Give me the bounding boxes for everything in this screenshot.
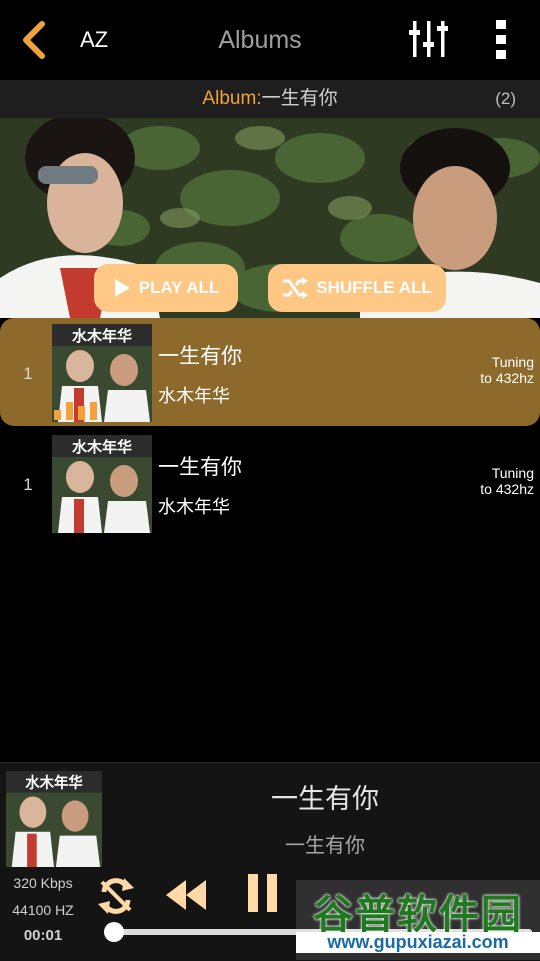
track-row[interactable]: 1 水木年华 一生有你 水木年华 Tuning to 432hz xyxy=(0,429,540,537)
watermark-url: www.gupuxiazai.com xyxy=(296,932,540,953)
track-row[interactable]: 1 水木年华 一生有你 水木年华 Tuning to 432hz xyxy=(0,318,540,426)
cover-title-text: 水木年华 xyxy=(72,438,132,456)
sort-az-icon[interactable]: AZ xyxy=(80,24,120,56)
tuning-line-1: Tuning xyxy=(491,354,534,370)
cover-title-text: 水木年华 xyxy=(25,774,83,792)
track-number: 1 xyxy=(23,364,33,383)
play-all-label: PLAY ALL xyxy=(138,278,220,297)
shuffle-all-button[interactable]: SHUFFLE ALL xyxy=(268,264,446,312)
track-artist: 水木年华 xyxy=(158,386,230,406)
track-cover-image: 水木年华 xyxy=(52,435,152,533)
elapsed-time: 00:01 xyxy=(23,927,63,944)
overflow-menu-icon[interactable] xyxy=(490,18,512,60)
sort-az-label: AZ xyxy=(80,27,109,52)
rewind-icon[interactable] xyxy=(164,878,208,912)
album-label: Album:一生有你 xyxy=(0,80,540,118)
track-cover-image: 水木年华 xyxy=(52,324,152,422)
tuning-badge[interactable]: Tuning to 432hz xyxy=(480,354,534,386)
track-artist: 水木年华 xyxy=(158,497,230,517)
equalizer-icon[interactable] xyxy=(408,18,450,60)
pause-icon[interactable] xyxy=(248,874,278,912)
repeat-off-icon[interactable] xyxy=(96,876,136,916)
back-arrow-icon[interactable] xyxy=(18,20,48,60)
play-icon xyxy=(114,279,130,297)
tuning-badge[interactable]: Tuning to 432hz xyxy=(480,465,534,497)
play-all-button[interactable]: PLAY ALL xyxy=(94,264,238,312)
tuning-line-1: Tuning xyxy=(491,465,534,481)
page-title: Albums xyxy=(218,26,302,54)
shuffle-all-label: SHUFFLE ALL xyxy=(316,278,432,297)
cover-title-text: 水木年华 xyxy=(72,327,132,345)
top-bar: AZ Albums xyxy=(0,0,540,78)
track-count: (2) xyxy=(495,89,516,108)
album-name: 一生有你 xyxy=(261,88,338,109)
shuffle-icon xyxy=(283,277,309,299)
tuning-line-2: to 432hz xyxy=(480,370,534,386)
bitrate-label: 320 Kbps xyxy=(13,875,73,891)
album-info-bar: Album:一生有你 (2) xyxy=(0,80,540,118)
album-prefix: Album: xyxy=(202,88,262,109)
tuning-line-2: to 432hz xyxy=(480,481,534,497)
track-title: 一生有你 xyxy=(158,456,242,479)
seek-handle[interactable] xyxy=(104,922,124,942)
now-playing-subtitle: 一生有你 xyxy=(285,835,365,857)
sample-rate-label: 44100 HZ xyxy=(12,902,74,918)
track-title: 一生有你 xyxy=(158,345,242,368)
now-playing-title: 一生有你 xyxy=(271,784,379,814)
now-playing-cover[interactable]: 水木年华 xyxy=(6,771,102,867)
now-playing-bars-icon xyxy=(54,402,97,420)
track-number: 1 xyxy=(23,475,33,494)
